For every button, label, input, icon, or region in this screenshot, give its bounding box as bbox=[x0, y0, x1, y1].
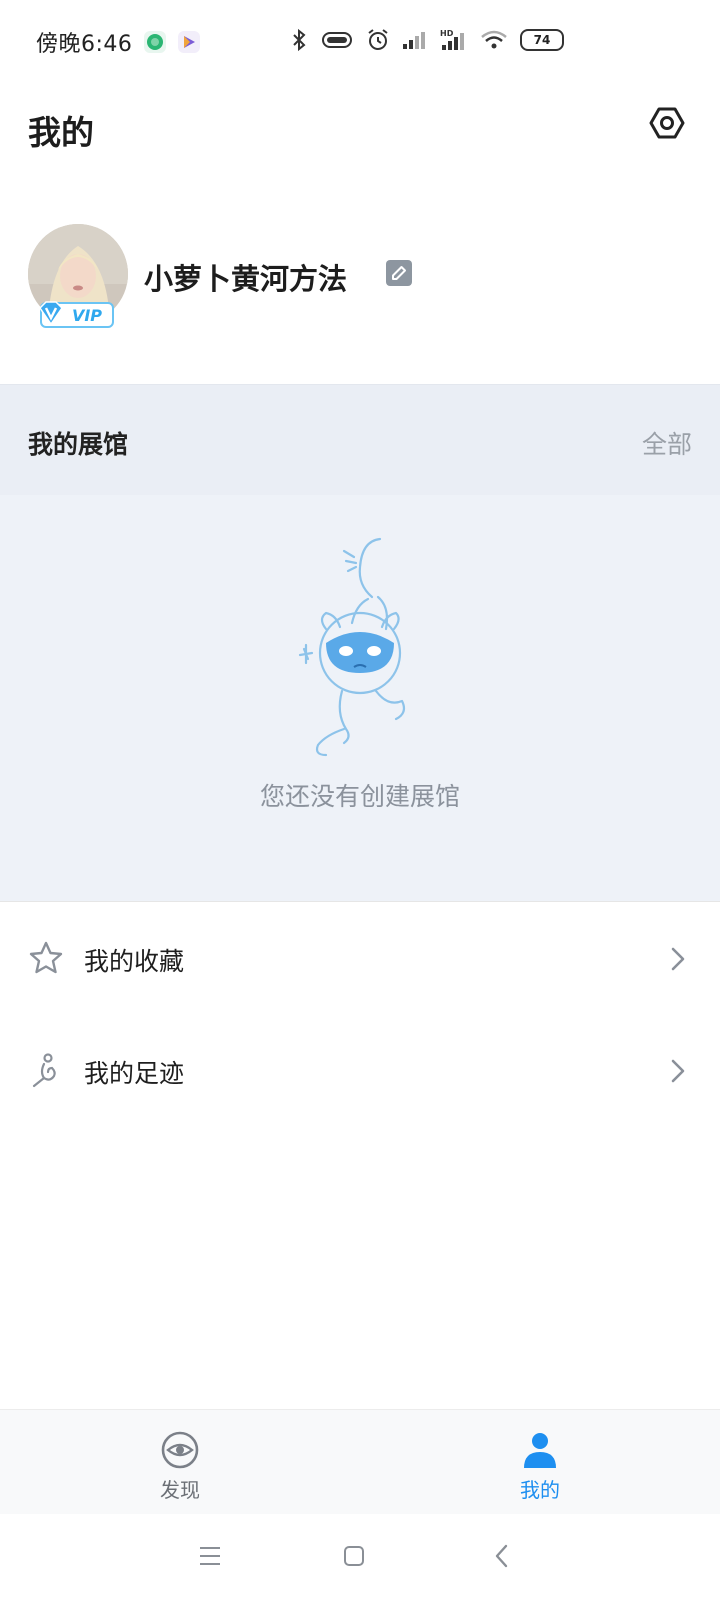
battery-icon: 74 bbox=[520, 29, 564, 51]
empty-state-text: 您还没有创建展馆 bbox=[259, 782, 460, 811]
menu-item-label: 我的收藏 bbox=[84, 947, 185, 976]
footprint-icon bbox=[32, 1053, 56, 1088]
signal-icon bbox=[403, 32, 425, 49]
hd-signal-icon: HD bbox=[440, 29, 464, 50]
vip-label: VIP bbox=[71, 305, 102, 325]
star-icon bbox=[29, 941, 63, 974]
tab-mine[interactable]: 我的 bbox=[450, 1410, 630, 1514]
view-all-link[interactable]: 全部 bbox=[642, 425, 692, 461]
system-nav-bar bbox=[0, 1514, 720, 1600]
page-title: 我的 bbox=[28, 113, 94, 152]
empty-state-mascot-icon bbox=[298, 537, 406, 757]
chevron-right-icon bbox=[671, 1059, 685, 1083]
settings-button[interactable] bbox=[644, 102, 690, 148]
edit-profile-button[interactable] bbox=[386, 260, 412, 286]
page-header: 我的 bbox=[0, 96, 720, 166]
svg-text:HD: HD bbox=[440, 29, 454, 38]
menu-item-label: 我的足迹 bbox=[84, 1059, 185, 1088]
bluetooth-icon bbox=[293, 28, 306, 52]
bottom-tab-bar: 发现 我的 bbox=[0, 1409, 720, 1515]
person-icon bbox=[524, 1433, 556, 1468]
status-indicators: HD 74 bbox=[290, 28, 564, 52]
status-bar: 傍晚6:46 HD 74 bbox=[0, 0, 720, 84]
menu-item-footprints[interactable]: 我的足迹 bbox=[0, 1014, 720, 1126]
profile-section: VIP 小萝卜黄河方法 bbox=[0, 220, 720, 340]
play-store-icon bbox=[178, 31, 201, 53]
square-home-icon bbox=[344, 1546, 364, 1566]
nav-home-button[interactable] bbox=[334, 1536, 374, 1576]
nav-back-button[interactable] bbox=[482, 1536, 522, 1576]
tab-discover[interactable]: 发现 bbox=[90, 1410, 270, 1514]
eye-icon bbox=[161, 1431, 199, 1469]
tab-label: 发现 bbox=[160, 1478, 200, 1502]
edit-icon bbox=[392, 266, 406, 280]
back-arrow-icon bbox=[495, 1544, 508, 1568]
wifi-icon bbox=[481, 30, 507, 49]
vip-badge: VIP bbox=[39, 301, 114, 328]
chevron-right-icon bbox=[671, 947, 685, 971]
nav-menu-button[interactable] bbox=[190, 1536, 230, 1576]
diamond-icon bbox=[39, 301, 63, 326]
tab-label: 我的 bbox=[520, 1478, 560, 1502]
username: 小萝卜黄河方法 bbox=[144, 262, 348, 296]
battery-level: 74 bbox=[533, 33, 551, 47]
menu-item-favorites[interactable]: 我的收藏 bbox=[0, 901, 720, 1015]
gallery-section: 我的展馆 全部 您还没有创建展馆 bbox=[0, 384, 720, 901]
gallery-title: 我的展馆 bbox=[28, 430, 129, 459]
app-green-icon bbox=[144, 31, 167, 53]
vibrate-icon bbox=[322, 32, 352, 48]
gallery-header: 我的展馆 全部 bbox=[0, 385, 720, 495]
settings-hexagon-icon bbox=[649, 107, 685, 139]
alarm-icon bbox=[368, 29, 388, 50]
status-time: 傍晚6:46 bbox=[36, 32, 133, 57]
menu-lines-icon bbox=[200, 1547, 220, 1565]
